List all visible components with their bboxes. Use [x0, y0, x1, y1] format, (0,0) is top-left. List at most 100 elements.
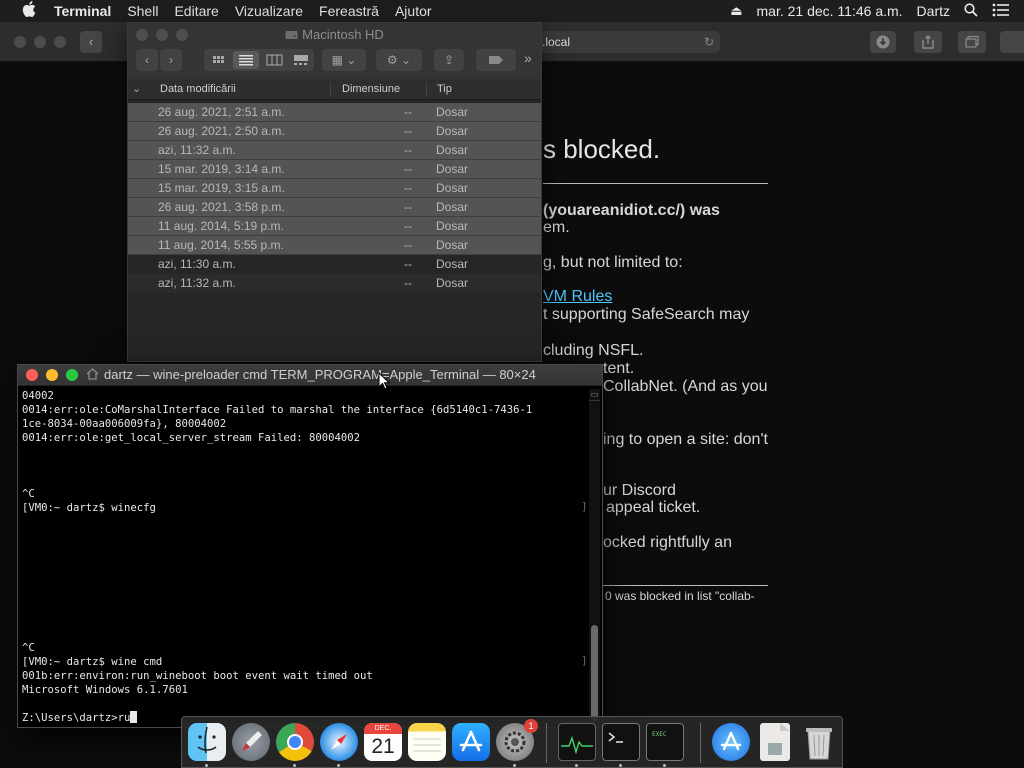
finder-row-date: azi, 11:30 a.m.	[158, 257, 236, 271]
terminal-line-text: ^C	[22, 488, 35, 500]
terminal-line-text: 001b:err:environ:run_wineboot boot event…	[22, 670, 373, 682]
column-date-modified[interactable]: Data modificării	[160, 83, 236, 95]
browser-minimize-button[interactable]	[34, 36, 46, 48]
browser-back-button[interactable]: ‹	[80, 31, 102, 53]
menu-vizualizare[interactable]: Vizualizare	[235, 3, 303, 19]
finder-row-kind: Dosar	[436, 200, 469, 214]
menu-editare[interactable]: Editare	[174, 3, 218, 19]
line-marker: ]	[581, 500, 588, 513]
spotlight-search-icon[interactable]	[964, 2, 978, 20]
terminal-line-text: 1ce-8034-00aa006009fa}, 80004002	[22, 418, 227, 430]
terminal-titlebar[interactable]: dartz — wine-preloader cmd TERM_PROGRAM=…	[18, 365, 602, 386]
finder-row[interactable]: 26 aug. 2021, 2:50 a.m. -- Dosar	[128, 122, 541, 141]
vm-rules-link[interactable]: VM Rules	[543, 288, 612, 306]
browser-zoom-button[interactable]	[54, 36, 66, 48]
safari-dock-icon[interactable]	[320, 723, 358, 761]
terminal-minimize-button[interactable]	[46, 369, 58, 381]
finder-row-kind: Dosar	[436, 124, 469, 138]
browser-close-button[interactable]	[14, 36, 26, 48]
terminal-zoom-button[interactable]	[66, 369, 78, 381]
column-kind[interactable]: Tip	[437, 83, 452, 95]
finder-row[interactable]: 26 aug. 2021, 2:51 a.m. -- Dosar	[128, 103, 541, 122]
column-size[interactable]: Dimensiune	[342, 83, 400, 95]
menu-app-terminal[interactable]: Terminal	[54, 3, 111, 19]
trash-dock-icon[interactable]	[800, 723, 838, 761]
finder-share-icon[interactable]: ⇪	[434, 49, 464, 71]
menu-ajutor[interactable]: Ajutor	[395, 3, 432, 19]
split-view-icon[interactable]: ▭	[589, 389, 600, 401]
finder-dock-icon[interactable]	[188, 723, 226, 761]
url-bar[interactable]: .local ↻	[520, 31, 720, 53]
terminal-close-button[interactable]	[26, 369, 38, 381]
finder-row-date: azi, 11:32 a.m.	[158, 276, 236, 290]
finder-column-header: ⌄ Data modificării Dimensiune Tip	[128, 79, 541, 100]
finder-row[interactable]: azi, 11:32 a.m. -- Dosar	[128, 141, 541, 160]
finder-row[interactable]: 15 mar. 2019, 3:15 a.m. -- Dosar	[128, 179, 541, 198]
notification-badge: 1	[524, 719, 538, 733]
script-editor-dock-icon[interactable]: EXEC	[646, 723, 684, 761]
notes-dock-icon[interactable]	[408, 723, 446, 761]
page-line-1: (youareanidiot.cc/) was	[543, 202, 720, 219]
notification-center-icon[interactable]	[992, 3, 1010, 20]
column-separator	[426, 82, 427, 97]
finder-row[interactable]: 11 aug. 2014, 5:19 p.m. -- Dosar	[128, 217, 541, 236]
launchpad-dock-icon[interactable]	[232, 723, 270, 761]
action-gear-icon[interactable]: ⚙ ⌄	[376, 49, 422, 71]
menu-fereastra[interactable]: Fereastră	[319, 3, 379, 19]
finder-row[interactable]: 11 aug. 2014, 5:55 p.m. -- Dosar	[128, 236, 541, 255]
activity-monitor-dock-icon[interactable]	[558, 723, 596, 761]
finder-row[interactable]: azi, 11:30 a.m. -- Dosar	[128, 255, 541, 274]
page-line-9: ur Discord	[603, 482, 676, 499]
page-line-5: cluding NSFL.	[543, 342, 644, 359]
group-by-menu-icon[interactable]: ▦ ⌄	[322, 49, 366, 71]
running-indicator	[663, 764, 666, 767]
finder-forward-button[interactable]: ›	[160, 49, 182, 71]
terminal-line: ^C	[22, 487, 588, 501]
finder-row[interactable]: 26 aug. 2021, 3:58 p.m. -- Dosar	[128, 198, 541, 217]
page-line-7: CollabNet. (And as you	[603, 378, 768, 395]
share-icon[interactable]	[914, 31, 942, 53]
sort-chevron-icon[interactable]: ⌄	[132, 82, 141, 95]
finder-row-kind: Dosar	[436, 143, 469, 157]
terminal-line-text: ^C	[22, 642, 35, 654]
finder-file-list: 26 aug. 2021, 2:51 a.m. -- Dosar 26 aug. 20…	[128, 103, 541, 293]
new-tab-button[interactable]	[1000, 31, 1024, 53]
apple-menu-icon[interactable]	[18, 0, 40, 22]
finder-row-size: --	[404, 105, 412, 119]
menu-clock[interactable]: mar. 21 dec. 11:46 a.m.	[757, 3, 903, 19]
calendar-month: DEC.	[364, 723, 402, 734]
terminal-line: 0014:err:ole:CoMarshalInterface Failed t…	[22, 403, 588, 417]
terminal-scrollbar[interactable]: ▭	[589, 389, 600, 725]
terminal-output[interactable]: 04002 0014:err:ole:CoMarshalInterface Fai…	[22, 389, 588, 725]
dock-separator	[700, 723, 701, 763]
system-preferences-dock-icon[interactable]: 1	[496, 719, 538, 761]
menu-user[interactable]: Dartz	[917, 3, 950, 19]
scrollbar-thumb[interactable]	[591, 625, 598, 721]
downloads-icon[interactable]	[870, 31, 896, 53]
chrome-dock-icon[interactable]	[276, 723, 314, 761]
finder-back-button[interactable]: ‹	[136, 49, 158, 71]
finder-row-kind: Dosar	[436, 257, 469, 271]
reload-icon[interactable]: ↻	[704, 31, 714, 53]
calendar-dock-icon[interactable]: DEC. 21	[364, 723, 402, 761]
tabs-overview-icon[interactable]	[958, 31, 986, 53]
terminal-dock-icon[interactable]	[602, 723, 640, 761]
app-store-dock-icon[interactable]	[452, 723, 490, 761]
finder-row[interactable]: azi, 11:32 a.m. -- Dosar	[128, 274, 541, 293]
menu-shell[interactable]: Shell	[127, 3, 158, 19]
finder-row-date: azi, 11:32 a.m.	[158, 143, 236, 157]
tag-icon[interactable]	[476, 49, 516, 71]
document-dock-icon[interactable]	[760, 723, 790, 761]
finder-row[interactable]: 15 mar. 2019, 3:14 a.m. -- Dosar	[128, 160, 541, 179]
app-store-downloads-dock-icon[interactable]	[712, 723, 750, 761]
toolbar-overflow-icon[interactable]: »	[524, 50, 532, 66]
dock-separator	[546, 723, 547, 763]
dock: DEC. 21 1 EXEC	[181, 716, 843, 768]
eject-icon[interactable]: ⏏	[730, 3, 742, 19]
column-separator	[330, 82, 331, 97]
